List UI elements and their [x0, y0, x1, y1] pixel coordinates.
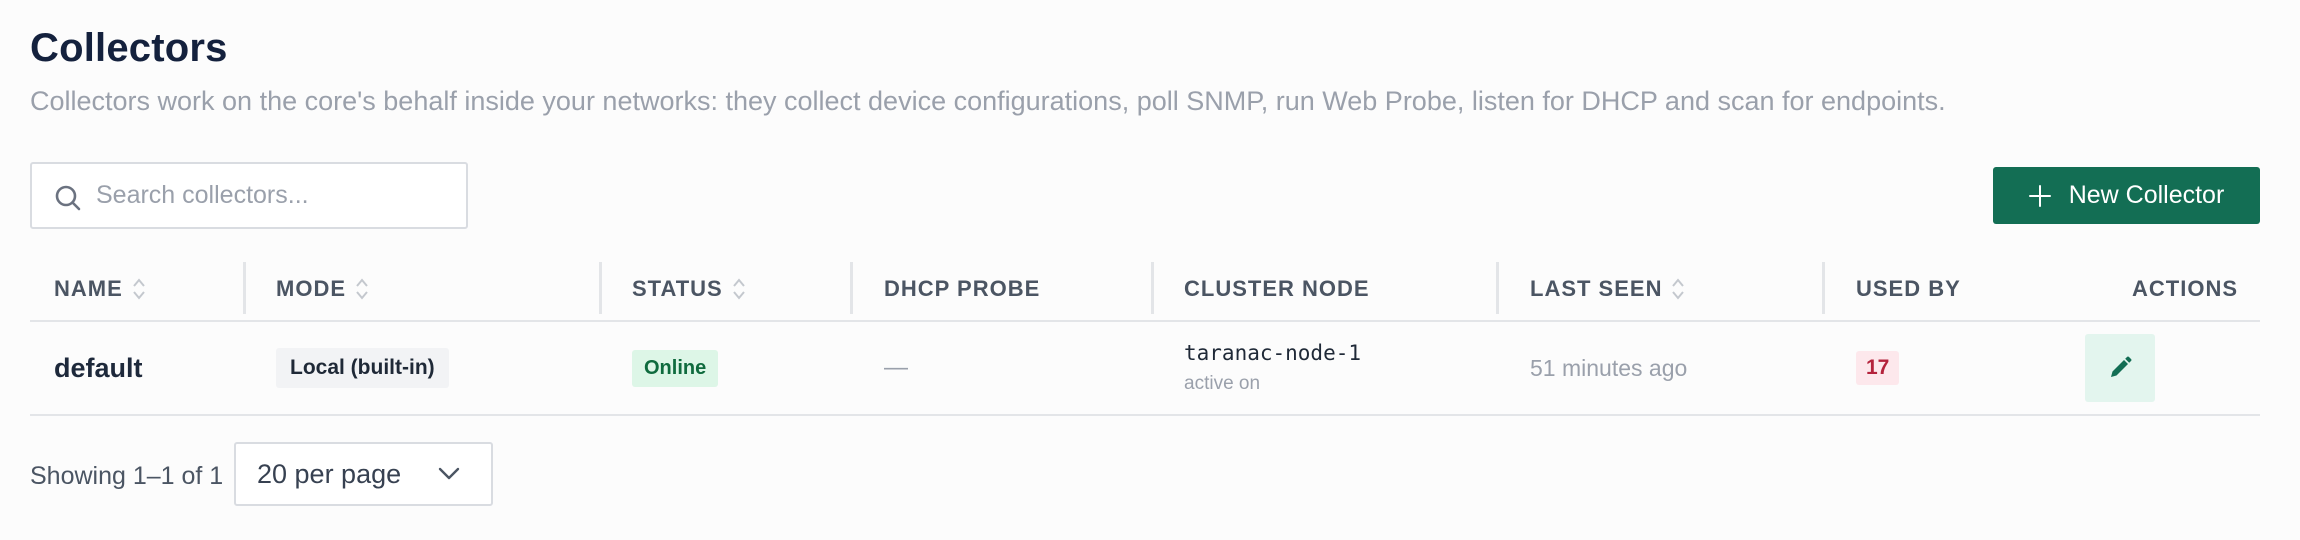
per-page-value: 20 per page	[257, 458, 402, 489]
column-header-status[interactable]: STATUS	[632, 258, 746, 320]
plus-icon	[2028, 184, 2051, 207]
cell-mode: Local (built-in)	[276, 322, 449, 414]
status-badge: Online	[632, 349, 719, 387]
sort-icon	[133, 278, 145, 300]
sort-icon	[732, 278, 745, 300]
column-header-actions: ACTIONS	[2132, 258, 2238, 320]
cell-last-seen: 51 minutes ago	[1530, 322, 1687, 414]
search-box[interactable]	[30, 162, 468, 229]
column-header-mode[interactable]: MODE	[276, 258, 369, 320]
column-divider[interactable]	[243, 262, 246, 314]
column-header-dhcp-probe: DHCP PROBE	[884, 258, 1040, 320]
page-subtitle: Collectors work on the core's behalf ins…	[30, 86, 1946, 116]
search-icon	[55, 185, 81, 211]
column-label-status: STATUS	[632, 276, 723, 301]
column-divider[interactable]	[850, 262, 853, 314]
cell-status: Online	[632, 322, 719, 414]
column-header-cluster-node: CLUSTER NODE	[1184, 258, 1370, 320]
collectors-table: NAME MODE STATUS DHCP PROBE CLUSTER NODE…	[30, 258, 2260, 416]
cell-cluster-node: taranac-node-1 active on	[1184, 322, 1361, 414]
cell-used-by: 17	[1856, 322, 1900, 414]
collector-name[interactable]: default	[54, 353, 143, 384]
chevron-down-icon	[438, 467, 460, 480]
column-label-mode: MODE	[276, 276, 346, 301]
search-input[interactable]	[96, 166, 456, 225]
column-label-actions: ACTIONS	[2132, 276, 2238, 301]
pagination-footer: Showing 1–1 of 1 20 per page	[30, 442, 830, 506]
column-divider[interactable]	[599, 262, 602, 314]
showing-count: Showing 1–1 of 1	[30, 462, 224, 490]
last-seen-value: 51 minutes ago	[1530, 354, 1688, 381]
column-header-name[interactable]: NAME	[54, 258, 146, 320]
collectors-page: Collectors Collectors work on the core's…	[30, 0, 2260, 540]
table-row[interactable]: default Local (built-in) Online — tarana…	[30, 322, 2260, 416]
cluster-node-name: taranac-node-1	[1184, 341, 1362, 365]
cell-name: default	[54, 322, 143, 414]
column-label-last-seen: LAST SEEN	[1530, 276, 1663, 301]
cell-actions	[2085, 322, 2155, 414]
column-label-used-by: USED BY	[1856, 276, 1961, 301]
new-collector-label: New Collector	[2068, 181, 2225, 209]
column-label-dhcp-probe: DHCP PROBE	[884, 276, 1041, 301]
page-title: Collectors	[30, 26, 228, 70]
mode-badge: Local (built-in)	[276, 348, 449, 388]
column-label-cluster-node: CLUSTER NODE	[1184, 276, 1370, 301]
pencil-icon	[2111, 356, 2132, 377]
table-header: NAME MODE STATUS DHCP PROBE CLUSTER NODE…	[30, 258, 2260, 322]
sort-icon	[1672, 278, 1685, 300]
sort-icon	[356, 278, 368, 300]
per-page-select[interactable]: 20 per page	[234, 442, 493, 506]
new-collector-button[interactable]: New Collector	[1993, 167, 2260, 224]
column-divider[interactable]	[1496, 262, 1499, 314]
dhcp-probe-value: —	[884, 354, 908, 381]
column-divider[interactable]	[1151, 262, 1154, 314]
edit-button[interactable]	[2085, 334, 2155, 402]
used-by-badge[interactable]: 17	[1856, 351, 1900, 385]
cluster-node-state: active on	[1184, 373, 1261, 394]
column-header-last-seen[interactable]: LAST SEEN	[1530, 258, 1685, 320]
cell-dhcp-probe: —	[884, 322, 908, 414]
column-header-used-by: USED BY	[1856, 258, 1961, 320]
column-label-name: NAME	[54, 276, 123, 301]
column-divider[interactable]	[1822, 262, 1825, 314]
